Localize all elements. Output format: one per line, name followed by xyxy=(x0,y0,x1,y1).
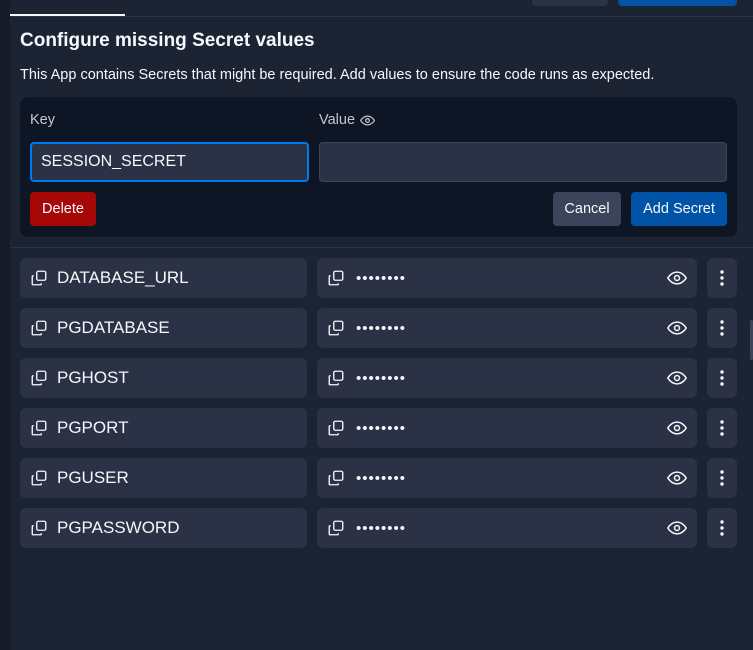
more-options-icon[interactable] xyxy=(707,408,737,448)
eye-icon[interactable] xyxy=(665,316,689,340)
copy-icon[interactable] xyxy=(327,469,345,487)
value-input[interactable] xyxy=(319,142,727,182)
divider xyxy=(10,247,753,248)
secret-key-label: PGPASSWORD xyxy=(57,518,180,537)
eye-icon[interactable] xyxy=(665,416,689,440)
left-edge-strip xyxy=(0,0,10,650)
eye-icon[interactable] xyxy=(665,516,689,540)
secret-key-label: DATABASE_URL xyxy=(57,268,189,287)
copy-icon[interactable] xyxy=(327,369,345,387)
copy-icon[interactable] xyxy=(30,419,48,437)
secret-value-field[interactable]: •••••••• xyxy=(317,258,697,298)
key-input[interactable] xyxy=(30,142,309,182)
more-options-icon[interactable] xyxy=(707,458,737,498)
secret-key-field[interactable]: PGHOST xyxy=(20,358,307,398)
secret-row: PGDATABASE •••••••• xyxy=(20,308,737,348)
secret-row: PGPASSWORD •••••••• xyxy=(20,508,737,548)
secret-key-label: PGPORT xyxy=(57,418,129,437)
copy-icon[interactable] xyxy=(30,319,48,337)
more-options-icon[interactable] xyxy=(707,308,737,348)
copy-icon[interactable] xyxy=(327,419,345,437)
secret-value-field[interactable]: •••••••• xyxy=(317,358,697,398)
secret-key-field[interactable]: PGPASSWORD xyxy=(20,508,307,548)
secret-key-field[interactable]: PGPORT xyxy=(20,408,307,448)
masked-value: •••••••• xyxy=(356,319,407,337)
copy-icon[interactable] xyxy=(30,269,48,287)
secret-key-label: PGDATABASE xyxy=(57,318,170,337)
secret-key-field[interactable]: PGUSER xyxy=(20,458,307,498)
secret-value-field[interactable]: •••••••• xyxy=(317,458,697,498)
masked-value: •••••••• xyxy=(356,269,407,287)
secret-key-label: PGHOST xyxy=(57,368,129,387)
masked-value: •••••••• xyxy=(356,369,407,387)
add-secret-form: Key Value Delete Cancel Add Secret xyxy=(20,97,737,237)
value-label: Value xyxy=(319,112,376,128)
masked-value: •••••••• xyxy=(356,419,407,437)
secret-row: PGUSER •••••••• xyxy=(20,458,737,498)
tab-bar xyxy=(10,0,753,17)
masked-value: •••••••• xyxy=(356,469,407,487)
eye-icon[interactable] xyxy=(360,113,376,128)
secrets-panel: Configure missing Secret values This App… xyxy=(10,0,753,650)
copy-icon[interactable] xyxy=(327,319,345,337)
copy-icon[interactable] xyxy=(30,369,48,387)
add-secret-button[interactable]: Add Secret xyxy=(631,192,727,226)
eye-icon[interactable] xyxy=(665,366,689,390)
secret-key-label: PGUSER xyxy=(57,468,129,487)
page-description: This App contains Secrets that might be … xyxy=(20,67,655,83)
secret-value-field[interactable]: •••••••• xyxy=(317,408,697,448)
eye-icon[interactable] xyxy=(665,466,689,490)
secret-key-field[interactable]: DATABASE_URL xyxy=(20,258,307,298)
copy-icon[interactable] xyxy=(327,269,345,287)
more-options-icon[interactable] xyxy=(707,258,737,298)
top-primary-button[interactable] xyxy=(618,0,737,6)
secret-value-field[interactable]: •••••••• xyxy=(317,508,697,548)
more-options-icon[interactable] xyxy=(707,358,737,398)
key-label: Key xyxy=(30,112,55,128)
eye-icon[interactable] xyxy=(665,266,689,290)
copy-icon[interactable] xyxy=(327,519,345,537)
masked-value: •••••••• xyxy=(356,519,407,537)
secret-key-field[interactable]: PGDATABASE xyxy=(20,308,307,348)
more-options-icon[interactable] xyxy=(707,508,737,548)
page-title: Configure missing Secret values xyxy=(20,30,315,51)
top-secondary-button[interactable] xyxy=(532,0,608,6)
delete-button[interactable]: Delete xyxy=(30,192,96,226)
secret-row: PGPORT •••••••• xyxy=(20,408,737,448)
secret-row: PGHOST •••••••• xyxy=(20,358,737,398)
copy-icon[interactable] xyxy=(30,469,48,487)
cancel-button[interactable]: Cancel xyxy=(553,192,621,226)
secret-value-field[interactable]: •••••••• xyxy=(317,308,697,348)
secret-row: DATABASE_URL •••••••• xyxy=(20,258,737,298)
copy-icon[interactable] xyxy=(30,519,48,537)
active-tab-indicator xyxy=(10,14,125,16)
